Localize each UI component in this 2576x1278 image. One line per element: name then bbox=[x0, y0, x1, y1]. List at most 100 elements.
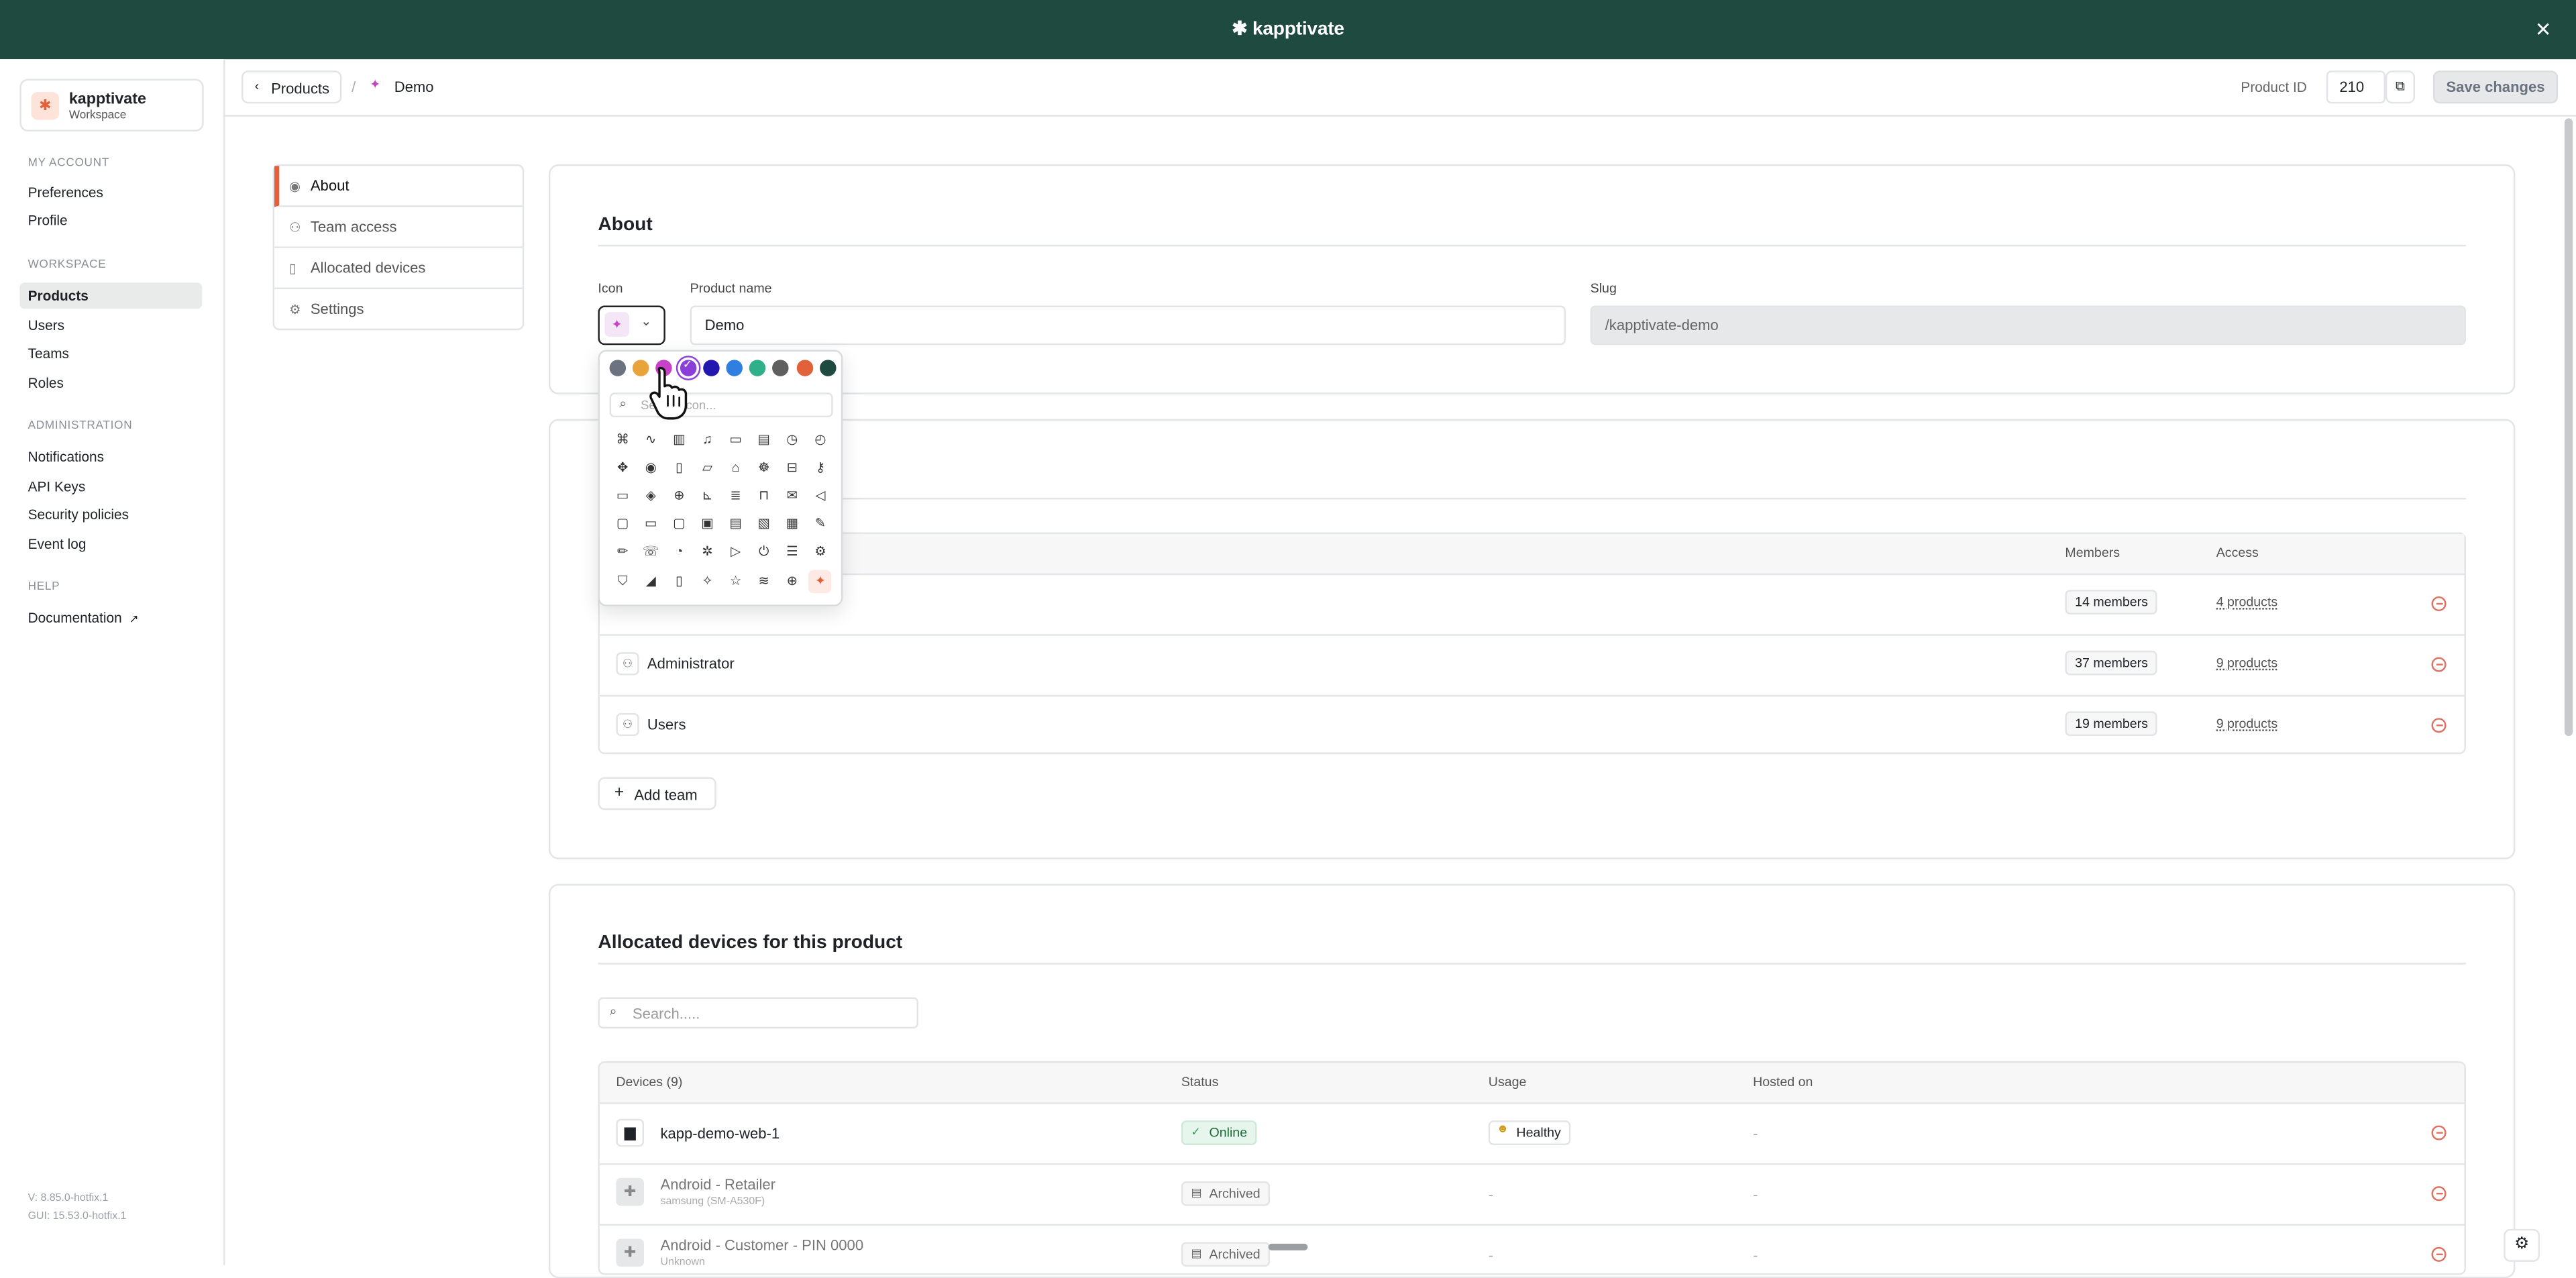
globe-icon[interactable]: ⊕ bbox=[667, 485, 690, 508]
close-button[interactable]: ✕ bbox=[2527, 13, 2560, 46]
table-row[interactable] bbox=[599, 1224, 2465, 1273]
inbox-icon[interactable]: ⊟ bbox=[781, 457, 804, 480]
laptop-icon[interactable]: ▭ bbox=[611, 485, 634, 508]
clock-icon[interactable]: ◷ bbox=[781, 429, 804, 451]
command-icon[interactable]: ⌘ bbox=[611, 429, 634, 451]
table-row[interactable] bbox=[599, 573, 2465, 635]
scrollbar-thumb[interactable] bbox=[2564, 118, 2573, 737]
sidebar-item-api-keys[interactable]: API Keys bbox=[19, 473, 202, 499]
access-link[interactable]: 9 products bbox=[2216, 716, 2277, 731]
save-changes-button[interactable]: Save changes bbox=[2432, 70, 2559, 104]
subnav-team-access[interactable]: ⚇ Team access bbox=[274, 207, 523, 248]
remove-team-icon[interactable] bbox=[2431, 596, 2447, 612]
pinwheel-icon[interactable]: ✲ bbox=[696, 541, 718, 564]
table-row[interactable] bbox=[599, 634, 2465, 695]
color-swatch[interactable] bbox=[609, 360, 627, 376]
power-icon[interactable]: ⏻ bbox=[753, 541, 775, 564]
sidebar-item-documentation[interactable]: Documentation ↗ bbox=[19, 604, 202, 631]
search-icon: ⌕ bbox=[619, 396, 627, 411]
drag-handle[interactable] bbox=[1268, 1243, 1308, 1250]
key-icon[interactable]: ⚷ bbox=[809, 457, 832, 480]
lock-icon[interactable]: ⊓ bbox=[753, 485, 775, 508]
smartphone-icon[interactable]: ▯ bbox=[667, 570, 690, 592]
activity-icon[interactable]: ∿ bbox=[639, 429, 662, 451]
pencil-icon[interactable]: ✏ bbox=[611, 541, 634, 564]
product-name-input[interactable]: Demo bbox=[690, 305, 1566, 345]
color-swatch[interactable] bbox=[726, 360, 743, 376]
subnav-about-label: About bbox=[310, 177, 350, 194]
remove-device-icon[interactable] bbox=[2431, 1246, 2447, 1262]
color-swatch[interactable] bbox=[772, 360, 790, 376]
remove-device-icon[interactable] bbox=[2431, 1186, 2447, 1202]
monitor-icon[interactable]: ▭ bbox=[639, 513, 662, 536]
sidebar-item-security-policies[interactable]: Security policies bbox=[19, 501, 202, 527]
wifi-icon[interactable]: ≋ bbox=[753, 570, 775, 592]
kapptivate-icon[interactable]: ✦ bbox=[808, 569, 833, 592]
sidebar-item-users[interactable]: Users bbox=[19, 312, 202, 338]
remove-device-icon[interactable] bbox=[2431, 1125, 2447, 1140]
sidebar-item-roles[interactable]: Roles bbox=[19, 370, 202, 396]
bar-chart-icon[interactable]: ▥ bbox=[667, 429, 690, 451]
access-link[interactable]: 9 products bbox=[2216, 655, 2277, 670]
pie-chart-icon[interactable]: ◔ bbox=[667, 541, 690, 564]
product-id-field[interactable]: 210 bbox=[2326, 70, 2385, 104]
sticky-note-icon[interactable]: ▧ bbox=[753, 513, 775, 536]
color-swatch[interactable] bbox=[749, 360, 766, 376]
copy-id-button[interactable]: ⧉ bbox=[2385, 70, 2416, 104]
devices-search-input[interactable]: ⌕ Search..... bbox=[598, 997, 918, 1029]
move-icon[interactable]: ✥ bbox=[611, 457, 634, 480]
sidebar-item-teams[interactable]: Teams bbox=[19, 340, 202, 366]
bell-icon[interactable]: ♫ bbox=[696, 429, 718, 451]
sparkle-icon[interactable]: ✧ bbox=[696, 570, 718, 592]
access-link[interactable]: 4 products bbox=[2216, 595, 2277, 610]
settings-icon[interactable]: ⚙ bbox=[809, 541, 832, 564]
book-icon[interactable]: ▭ bbox=[724, 429, 747, 451]
world-icon[interactable]: ⊕ bbox=[781, 570, 804, 592]
message-icon[interactable]: ▢ bbox=[667, 513, 690, 536]
remove-team-icon[interactable] bbox=[2431, 657, 2447, 672]
sidebar-item-preferences[interactable]: Preferences bbox=[19, 179, 202, 205]
mail-icon[interactable]: ✉ bbox=[781, 485, 804, 508]
table-row[interactable] bbox=[599, 694, 2465, 754]
phone-icon[interactable]: ☏ bbox=[639, 541, 662, 564]
sidebar-item-profile[interactable]: Profile bbox=[19, 207, 202, 233]
icon-select[interactable]: ✦ ⌄ bbox=[598, 305, 665, 345]
subnav-settings[interactable]: ⚙ Settings bbox=[274, 289, 523, 330]
signal-icon[interactable]: ◢ bbox=[639, 570, 662, 592]
server-icon[interactable]: ☰ bbox=[781, 541, 804, 564]
subnav-allocated-devices[interactable]: ▯ Allocated devices bbox=[274, 248, 523, 290]
folder-icon[interactable]: ▱ bbox=[696, 457, 718, 480]
color-swatch[interactable] bbox=[796, 360, 813, 376]
file-icon[interactable]: ▯ bbox=[667, 457, 690, 480]
icon-search-input[interactable]: ⌕ Search icon... bbox=[609, 392, 833, 418]
bug-icon[interactable]: ☸ bbox=[753, 457, 775, 480]
eye-icon[interactable]: ◉ bbox=[639, 457, 662, 480]
shield-icon[interactable]: ⛉ bbox=[611, 570, 634, 592]
remove-team-icon[interactable] bbox=[2431, 718, 2447, 733]
line-chart-icon[interactable]: ⊾ bbox=[696, 485, 718, 508]
table-row[interactable] bbox=[599, 1163, 2465, 1224]
graduation-icon[interactable]: ⌂ bbox=[724, 457, 747, 480]
workspace-switcher[interactable]: ✱ kapptivate Workspace bbox=[19, 78, 204, 131]
sidebar-item-notifications[interactable]: Notifications bbox=[19, 443, 202, 470]
sidebar-item-event-log[interactable]: Event log bbox=[19, 531, 202, 557]
list-icon[interactable]: ≣ bbox=[724, 485, 747, 508]
subnav-about[interactable]: ◉ About bbox=[274, 166, 523, 207]
color-swatch[interactable] bbox=[702, 360, 720, 376]
calendar-icon[interactable]: ▦ bbox=[781, 513, 804, 536]
play-icon[interactable]: ▷ bbox=[724, 541, 747, 564]
settings-fab[interactable]: ⚙ bbox=[2504, 1228, 2540, 1262]
sidebar-item-products[interactable]: Products bbox=[19, 282, 203, 309]
clipboard-icon[interactable]: ▤ bbox=[753, 429, 775, 451]
messages-icon[interactable]: ▤ bbox=[724, 513, 747, 536]
pen-tool-icon[interactable]: ✎ bbox=[809, 513, 832, 536]
color-swatch[interactable] bbox=[819, 360, 837, 376]
add-team-button[interactable]: + Add team bbox=[598, 777, 716, 810]
timer-icon[interactable]: ◴ bbox=[809, 429, 832, 451]
chat-icon[interactable]: ▢ bbox=[611, 513, 634, 536]
back-to-products-button[interactable]: ‹ Products bbox=[241, 70, 342, 104]
layers-icon[interactable]: ◈ bbox=[639, 485, 662, 508]
message-square-icon[interactable]: ▣ bbox=[696, 513, 718, 536]
megaphone-icon[interactable]: ◁ bbox=[809, 485, 832, 508]
star-icon[interactable]: ☆ bbox=[724, 570, 747, 592]
